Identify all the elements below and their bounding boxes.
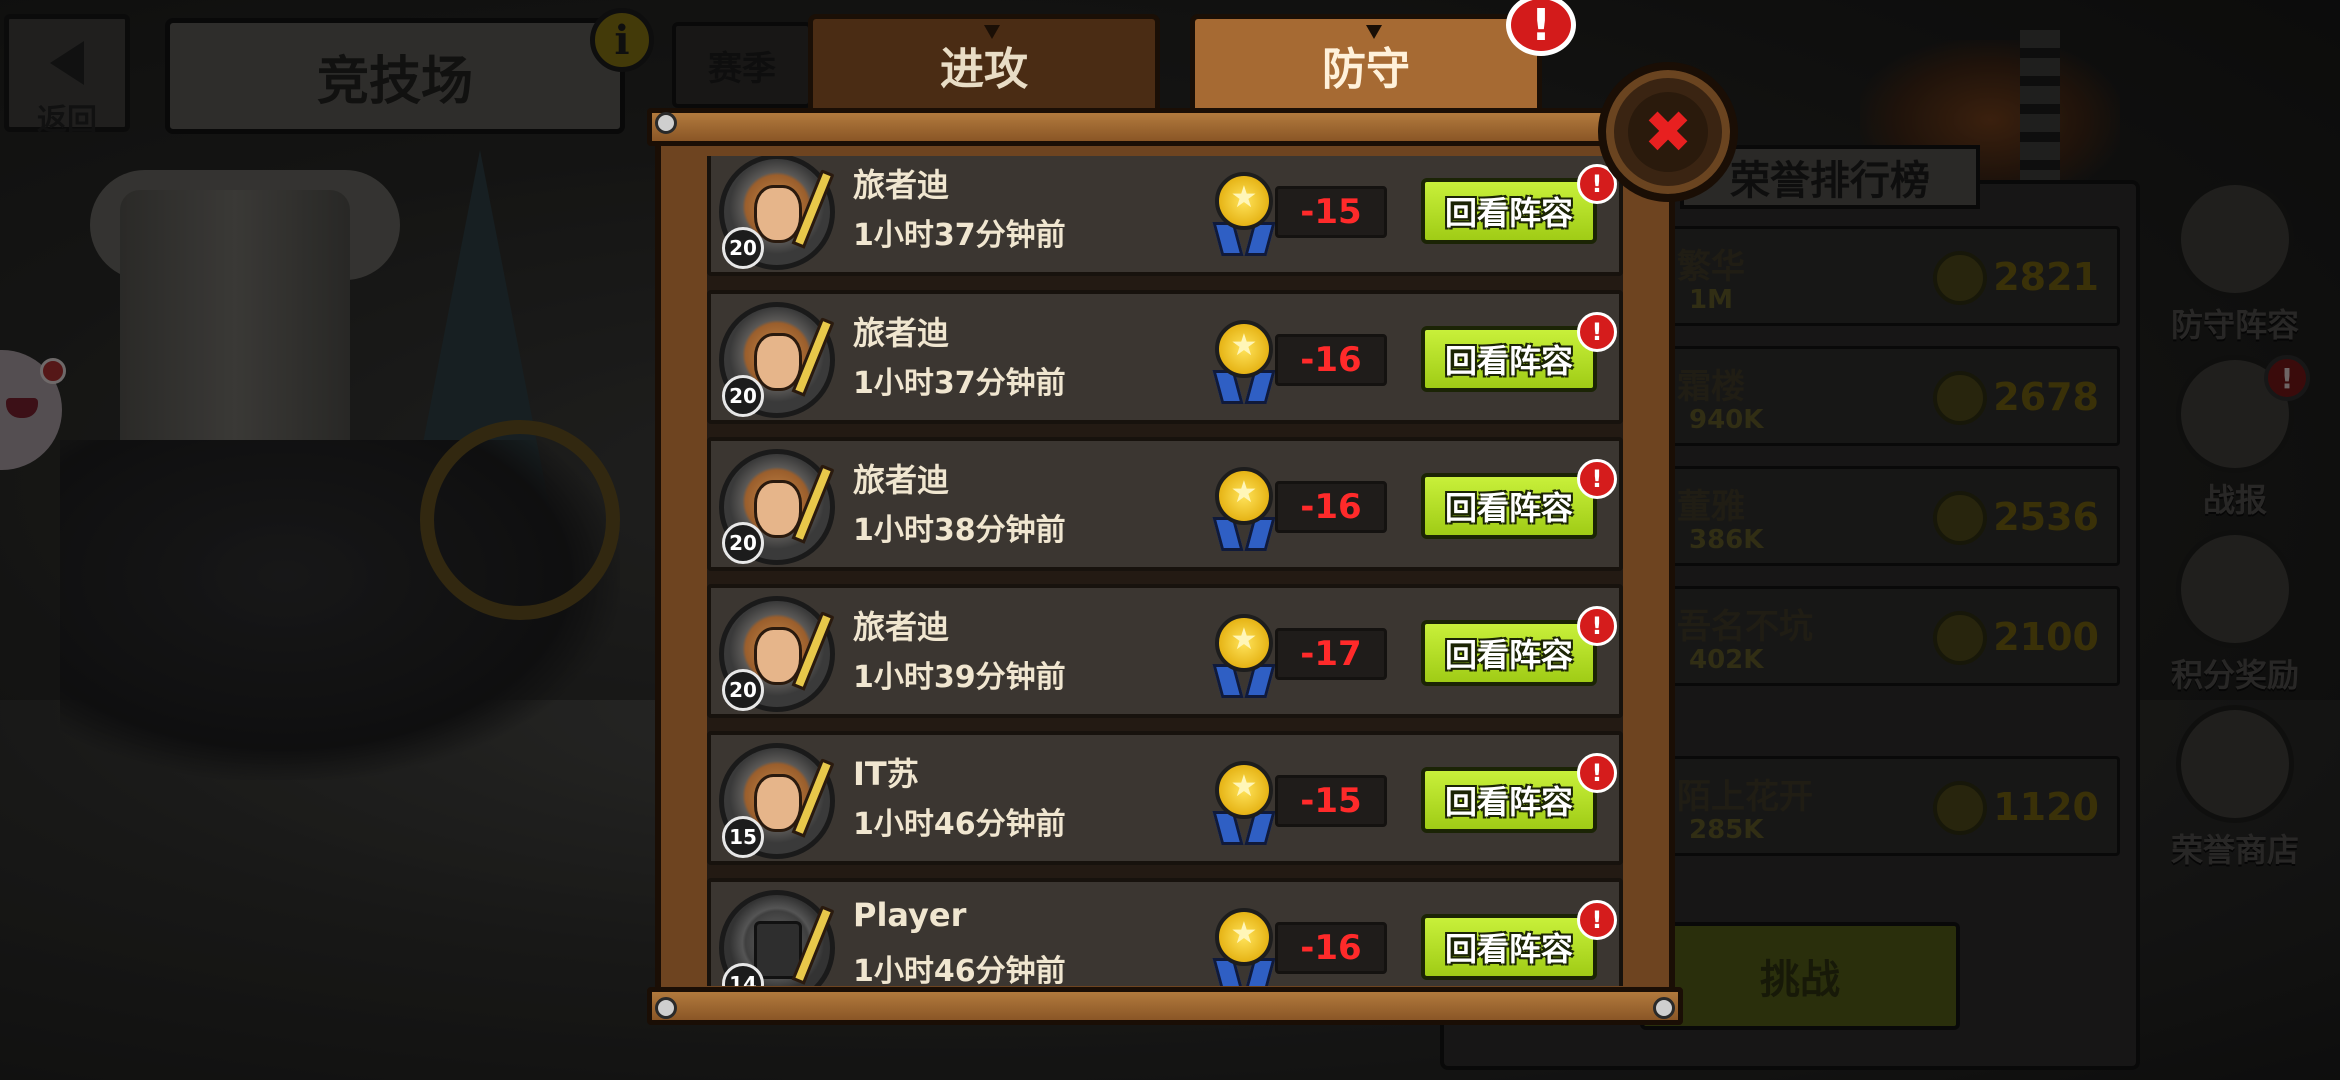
replay-lineup-button[interactable]: 回看阵容 bbox=[1421, 326, 1597, 392]
record-time: 1小时37分钟前 bbox=[853, 366, 1066, 401]
level-badge: 20 bbox=[722, 669, 764, 711]
player-name: 旅者迪 bbox=[853, 608, 950, 646]
record-time: 1小时39分钟前 bbox=[853, 660, 1066, 695]
nail-icon bbox=[655, 112, 677, 134]
record-time: 1小时37分钟前 bbox=[853, 218, 1066, 253]
player-avatar: 20 bbox=[719, 449, 835, 565]
score-change: -16 bbox=[1275, 481, 1387, 533]
alert-badge-icon: ! bbox=[1577, 900, 1617, 940]
alert-badge-icon: ! bbox=[1577, 606, 1617, 646]
medal-disc bbox=[1215, 320, 1273, 378]
medal-disc bbox=[1215, 467, 1273, 525]
tab-label: 防守 bbox=[1322, 43, 1410, 95]
player-avatar: 20 bbox=[719, 596, 835, 712]
medal-disc bbox=[1215, 614, 1273, 672]
player-name: IT苏 bbox=[853, 755, 919, 793]
player-avatar: 14 bbox=[719, 890, 835, 986]
list-item: 15 IT苏 1小时46分钟前 -15 回看阵容 ! bbox=[707, 731, 1623, 865]
medal-disc bbox=[1215, 761, 1273, 819]
medal-disc bbox=[1215, 908, 1273, 966]
score-change: -16 bbox=[1275, 334, 1387, 386]
nail-icon bbox=[1653, 997, 1675, 1019]
honor-medal-icon bbox=[1211, 908, 1277, 986]
list-item: 14 Player 1小时46分钟前 -16 回看阵容 ! bbox=[707, 878, 1623, 986]
medal-disc bbox=[1215, 172, 1273, 230]
level-badge: 15 bbox=[722, 816, 764, 858]
score-change: -15 bbox=[1275, 186, 1387, 238]
list-item: 20 旅者迪 1小时37分钟前 -16 回看阵容 ! bbox=[707, 290, 1623, 424]
player-avatar: 15 bbox=[719, 743, 835, 859]
replay-lineup-button[interactable]: 回看阵容 bbox=[1421, 473, 1597, 539]
player-name: 旅者迪 bbox=[853, 461, 950, 499]
honor-medal-icon bbox=[1211, 614, 1277, 700]
frame-top-bar bbox=[647, 108, 1683, 146]
tab-label: 进攻 bbox=[940, 43, 1028, 95]
level-badge: 20 bbox=[722, 227, 764, 269]
player-name: 旅者迪 bbox=[853, 314, 950, 352]
player-avatar: 20 bbox=[719, 156, 835, 270]
player-name: 旅者迪 bbox=[853, 166, 950, 204]
alert-badge-icon: ! bbox=[1577, 459, 1617, 499]
list-item: 20 旅者迪 1小时37分钟前 -15 回看阵容 ! bbox=[707, 156, 1623, 276]
level-badge: 20 bbox=[722, 522, 764, 564]
defense-records-panel: 20 旅者迪 1小时37分钟前 -15 回看阵容 ! 20 旅者迪 1小时37分… bbox=[647, 108, 1683, 1025]
list-item: 20 旅者迪 1小时38分钟前 -16 回看阵容 ! bbox=[707, 437, 1623, 571]
replay-lineup-button[interactable]: 回看阵容 bbox=[1421, 178, 1597, 244]
score-change: -15 bbox=[1275, 775, 1387, 827]
score-change: -16 bbox=[1275, 922, 1387, 974]
level-badge: 20 bbox=[722, 375, 764, 417]
list-item: 20 旅者迪 1小时39分钟前 -17 回看阵容 ! bbox=[707, 584, 1623, 718]
honor-medal-icon bbox=[1211, 172, 1277, 258]
close-icon: ✖ bbox=[1628, 92, 1708, 172]
honor-medal-icon bbox=[1211, 467, 1277, 553]
record-time: 1小时46分钟前 bbox=[853, 807, 1066, 842]
player-avatar: 20 bbox=[719, 302, 835, 418]
alert-badge-icon: ! bbox=[1577, 753, 1617, 793]
frame-bottom-bar bbox=[647, 987, 1683, 1025]
honor-medal-icon bbox=[1211, 320, 1277, 406]
record-time: 1小时46分钟前 bbox=[853, 954, 1066, 986]
replay-lineup-button[interactable]: 回看阵容 bbox=[1421, 620, 1597, 686]
score-change: -17 bbox=[1275, 628, 1387, 680]
alert-badge-icon: ! bbox=[1577, 312, 1617, 352]
replay-lineup-button[interactable]: 回看阵容 bbox=[1421, 914, 1597, 980]
nail-icon bbox=[655, 997, 677, 1019]
close-button[interactable]: ✖ bbox=[1598, 62, 1738, 202]
records-list[interactable]: 20 旅者迪 1小时37分钟前 -15 回看阵容 ! 20 旅者迪 1小时37分… bbox=[707, 156, 1623, 986]
record-time: 1小时38分钟前 bbox=[853, 513, 1066, 548]
tab-attack[interactable]: 进攻 bbox=[808, 14, 1160, 110]
replay-lineup-button[interactable]: 回看阵容 bbox=[1421, 767, 1597, 833]
honor-medal-icon bbox=[1211, 761, 1277, 847]
player-name: Player bbox=[853, 896, 967, 934]
tab-defense[interactable]: 防守 bbox=[1190, 14, 1542, 110]
